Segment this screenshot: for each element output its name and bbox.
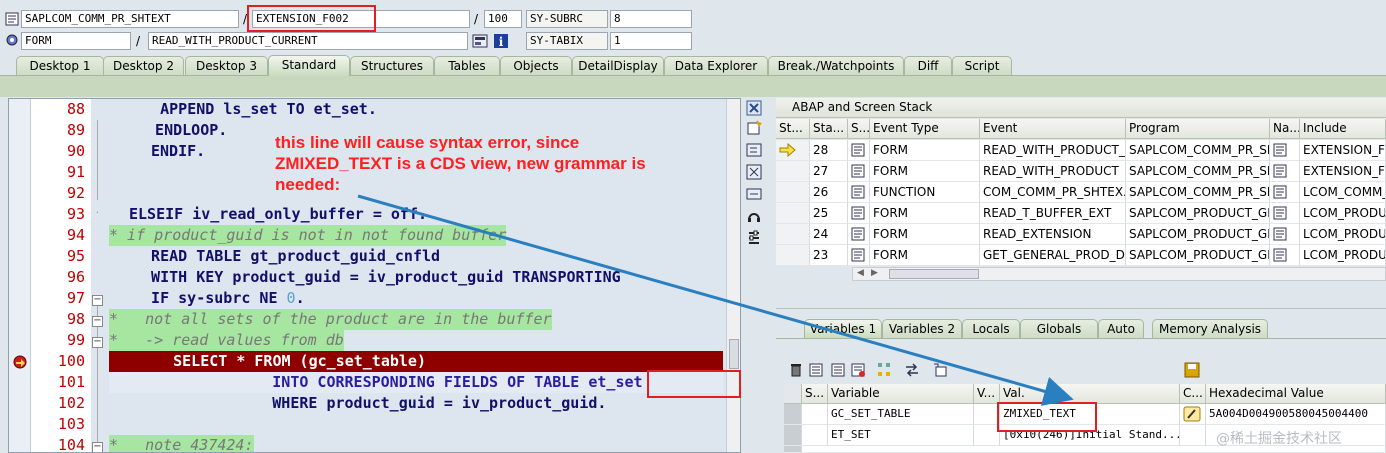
sap-abap-debugger: SAPLCOM_COMM_PR_SHTEXT / EXTENSION_F002 … <box>0 0 1386 453</box>
tab-standard[interactable]: Standard <box>268 55 350 76</box>
annotation-arrow <box>357 194 1074 406</box>
